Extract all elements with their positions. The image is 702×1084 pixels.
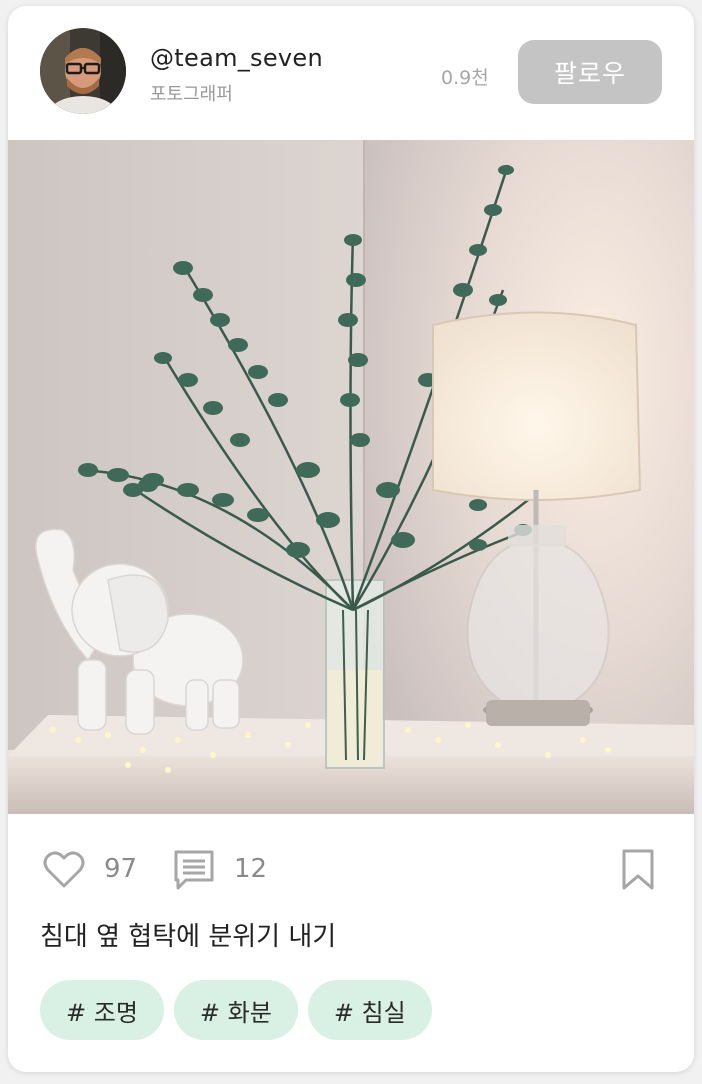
tag-chip[interactable]: # 화분 (173, 980, 298, 1040)
post-actions: 97 12 (8, 814, 694, 914)
comment-icon[interactable] (172, 848, 216, 892)
comment-count: 12 (234, 854, 268, 884)
post-header: @team_seven 포토그래퍼 0.9천 팔로우 (8, 6, 694, 140)
avatar[interactable] (40, 28, 126, 114)
bookmark-icon[interactable] (620, 848, 656, 892)
post-caption: 침대 옆 협탁에 분위기 내기 (40, 922, 337, 952)
post-photo-image (8, 140, 694, 814)
user-role: 포토그래퍼 (150, 84, 233, 105)
follow-button[interactable]: 팔로우 (518, 40, 662, 104)
post-photo[interactable] (8, 140, 694, 814)
post-card: @team_seven 포토그래퍼 0.9천 팔로우 97 12 침대 옆 협탁… (8, 6, 694, 1072)
heart-icon[interactable] (42, 848, 86, 892)
tag-list: # 조명 # 화분 # 침실 (40, 980, 432, 1040)
like-count: 97 (104, 854, 138, 884)
follower-count: 0.9천 (441, 67, 489, 89)
avatar-image (40, 28, 126, 114)
tag-chip[interactable]: # 침실 (307, 980, 432, 1040)
username[interactable]: @team_seven (150, 44, 323, 72)
tag-chip[interactable]: # 조명 (40, 980, 164, 1040)
